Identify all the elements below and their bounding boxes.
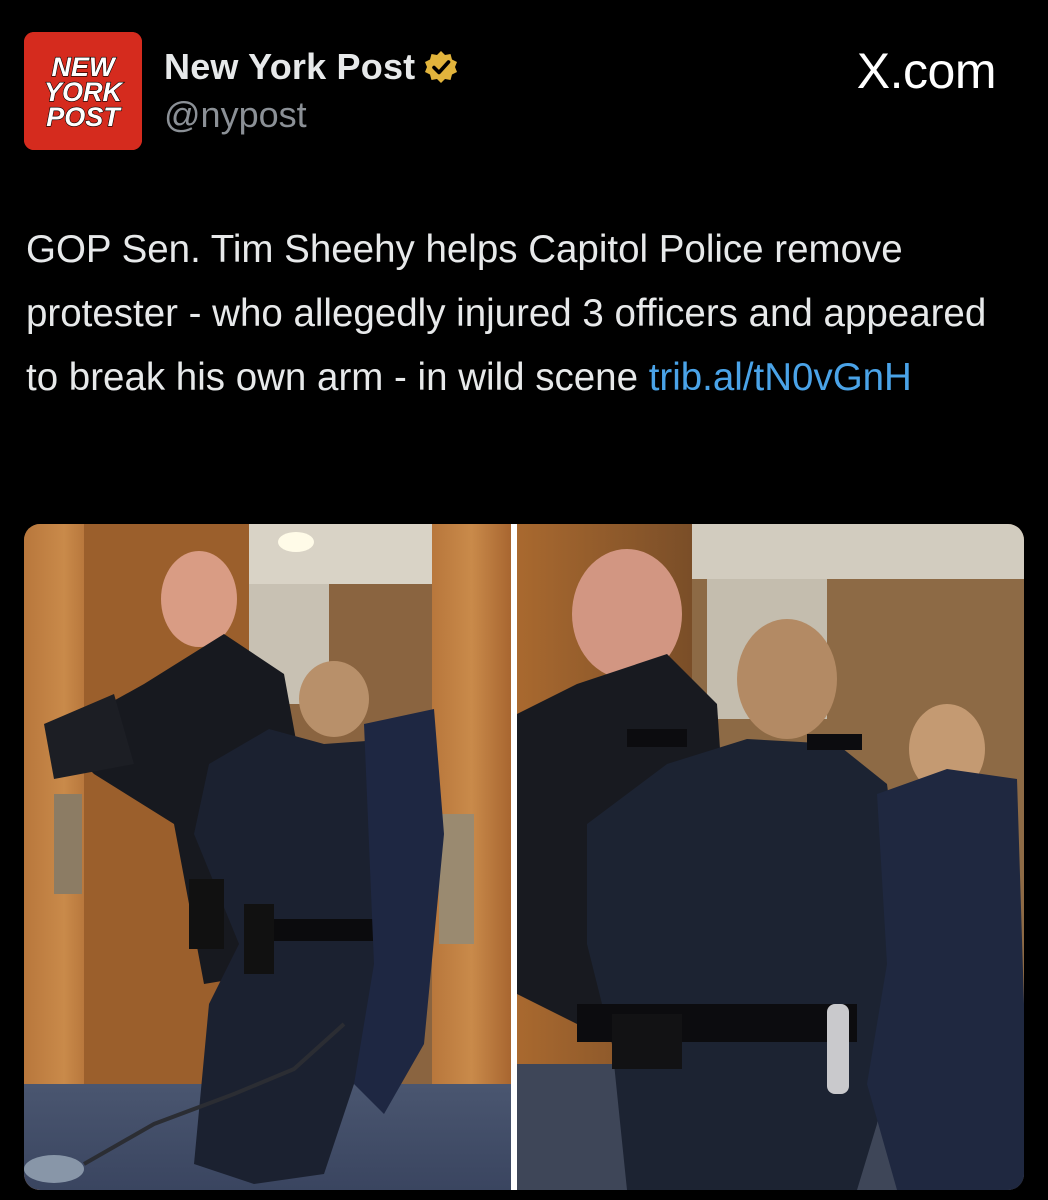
photo-left-image <box>24 524 511 1190</box>
author-name-row: New York Post <box>164 46 459 88</box>
logo-line-3: POST <box>46 102 122 132</box>
photo-right[interactable] <box>517 524 1024 1190</box>
verified-badge-icon <box>425 51 458 83</box>
author-handle[interactable]: @nypost <box>164 94 307 136</box>
nypost-logo: NEW YORK POST <box>24 32 142 150</box>
author-name[interactable]: New York Post <box>164 46 415 88</box>
photo-right-image <box>517 524 1024 1190</box>
source-label: X.com <box>856 43 997 99</box>
tweet-text: GOP Sen. Tim Sheehy helps Capitol Police… <box>26 218 1006 410</box>
tweet-link[interactable]: trib.al/tN0vGnH <box>649 356 912 399</box>
tweet-screenshot: NEW YORK POST New York Post @nypost X.co… <box>0 0 1048 1200</box>
author-avatar[interactable]: NEW YORK POST <box>24 32 142 150</box>
media-container[interactable] <box>24 524 1024 1190</box>
photo-left[interactable] <box>24 524 511 1190</box>
